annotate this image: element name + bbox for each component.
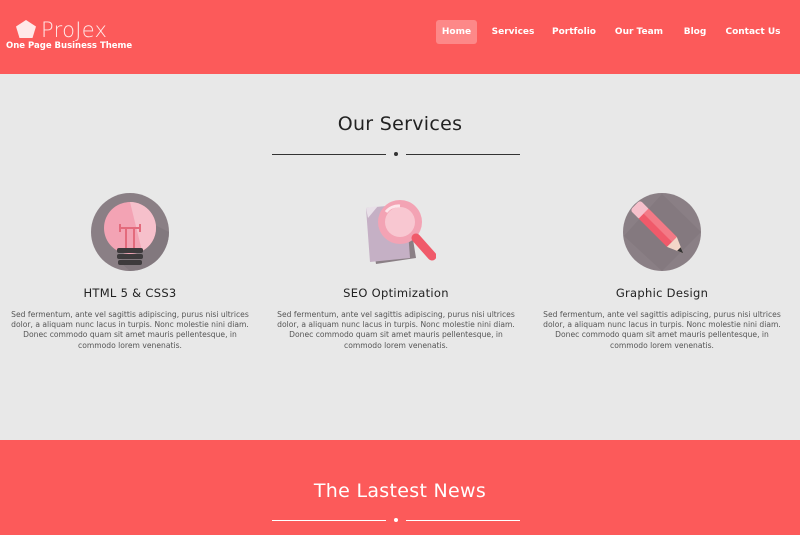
- service-description: Sed fermentum, ante vel sagittis adipisc…: [543, 310, 781, 350]
- services-divider: [272, 152, 520, 158]
- logo[interactable]: ProJex One Page Business Theme: [6, 18, 169, 58]
- service-description: Sed fermentum, ante vel sagittis adipisc…: [11, 310, 249, 350]
- service-title: HTML 5 & CSS3: [83, 286, 177, 300]
- service-title: Graphic Design: [615, 286, 709, 300]
- pentagon-logo-icon: [16, 20, 36, 38]
- logo-name: ProJex: [41, 18, 108, 42]
- magnifier-icon: [366, 200, 436, 264]
- news-heading: The Lastest News: [313, 480, 487, 502]
- site-header: ProJex One Page Business Theme Home Serv…: [0, 0, 800, 74]
- nav-item-portfolio[interactable]: Portfolio: [550, 20, 598, 44]
- nav-item-our-team[interactable]: Our Team: [611, 20, 667, 44]
- news-section: The Lastest News: [0, 440, 800, 535]
- pencil-icon: [623, 193, 701, 271]
- service-description: Sed fermentum, ante vel sagittis adipisc…: [277, 310, 515, 350]
- nav-item-home[interactable]: Home: [436, 20, 477, 44]
- lightbulb-icon: [91, 193, 169, 271]
- nav-item-contact-us[interactable]: Contact Us: [723, 20, 783, 44]
- logo-tagline: One Page Business Theme: [6, 41, 133, 51]
- services-heading: Our Services: [337, 113, 463, 135]
- nav-item-blog[interactable]: Blog: [681, 20, 709, 44]
- service-title: SEO Optimization: [343, 286, 449, 300]
- nav-item-services[interactable]: Services: [488, 20, 538, 44]
- news-divider: [272, 518, 520, 524]
